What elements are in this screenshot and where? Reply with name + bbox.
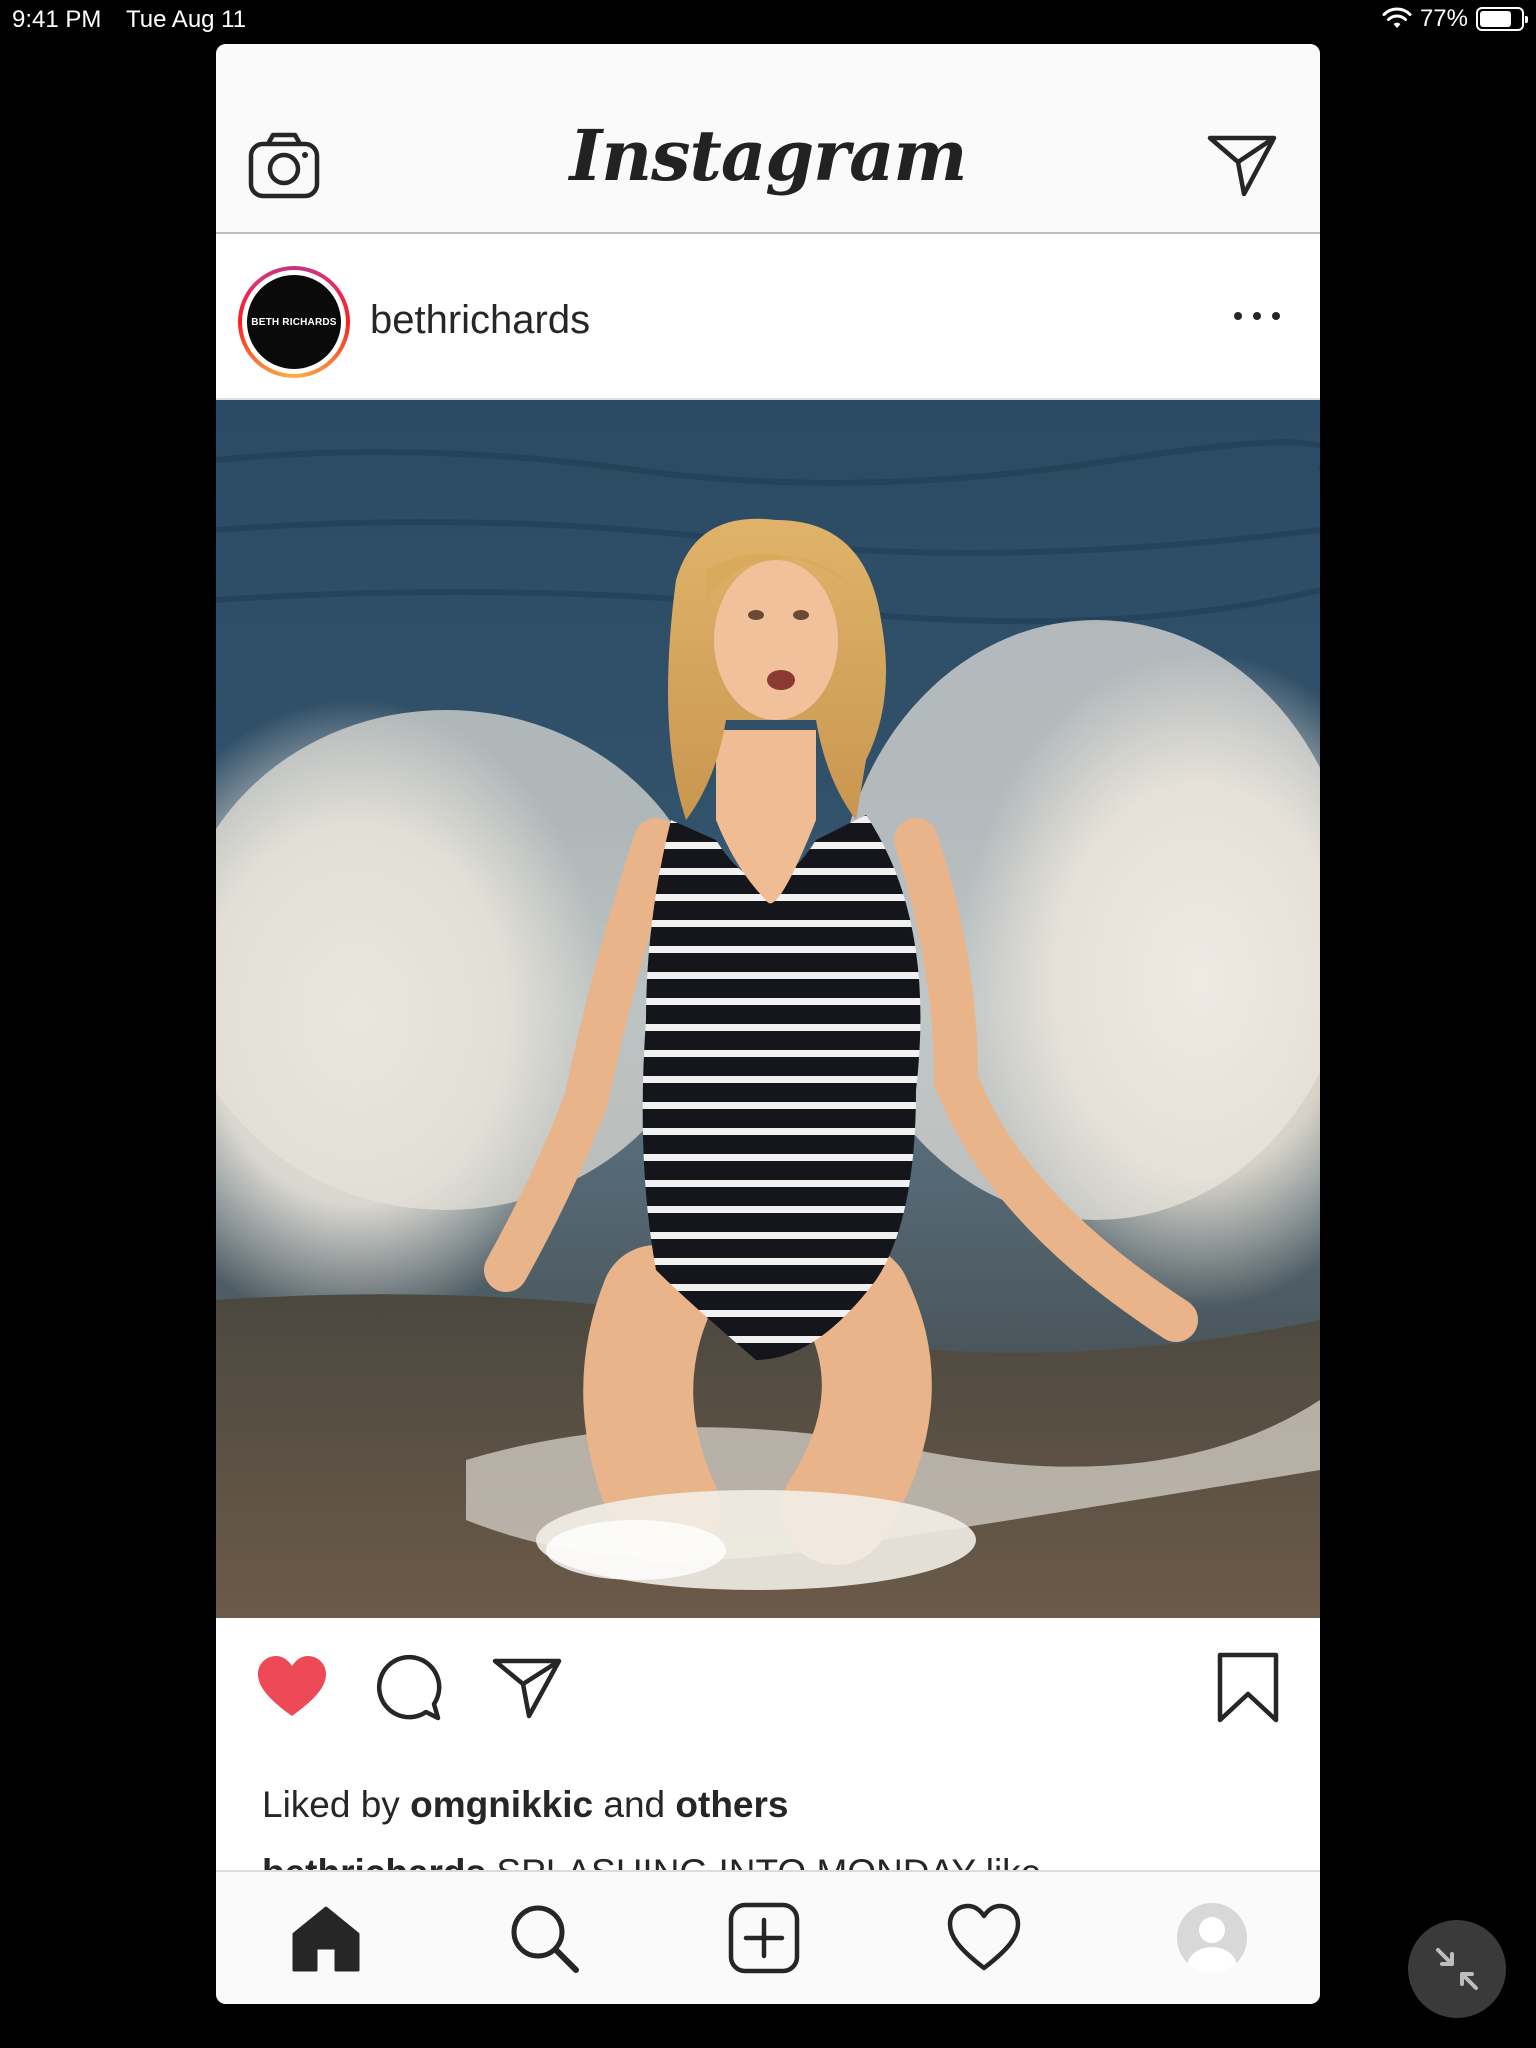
home-icon[interactable] [288,1900,364,1976]
share-paper-plane-icon[interactable] [492,1656,562,1720]
status-indicators: 77% [1382,5,1528,33]
activity-heart-icon[interactable] [946,1900,1022,1976]
instagram-app: Instagram BETH RICHARDS bethrichards Lik… [216,44,1320,2004]
top-navigation-bar: Instagram [216,44,1320,234]
battery-percent: 77% [1419,5,1468,32]
bottom-tab-bar [216,1870,1320,2004]
status-time: 9:41 PM [12,6,102,33]
post-username[interactable]: bethrichards [370,298,590,343]
story-ring[interactable]: BETH RICHARDS [238,266,350,378]
likes-summary: Liked by omgnikkic and others [262,1784,789,1825]
battery-fill [1480,11,1511,27]
comment-icon[interactable] [374,1654,442,1722]
status-bar: 9:41 PM Tue Aug 11 77% [0,0,1536,40]
new-post-icon[interactable] [726,1900,802,1976]
instagram-logo: Instagram [569,114,968,197]
battery-icon [1476,7,1528,31]
post-photo[interactable] [216,400,1320,1618]
ellipsis-icon[interactable] [1234,304,1280,328]
post-header: BETH RICHARDS bethrichards [216,236,1320,400]
collapse-arrows-icon [1436,1948,1478,1990]
likes-others-link[interactable]: others [675,1784,788,1825]
exit-fullscreen-button[interactable] [1408,1920,1506,2018]
status-date: Tue Aug 11 [126,6,247,33]
liker-username[interactable]: omgnikkic [410,1784,593,1825]
heart-icon[interactable] [256,1654,328,1720]
profile-icon[interactable] [1174,1900,1250,1976]
paper-plane-icon[interactable] [1206,132,1278,200]
bookmark-icon[interactable] [1216,1652,1280,1724]
search-icon[interactable] [506,1900,582,1976]
profile-avatar [1177,1903,1247,1973]
wifi-icon [1382,7,1412,28]
avatar: BETH RICHARDS [247,275,341,369]
post-action-bar [216,1618,1320,1756]
